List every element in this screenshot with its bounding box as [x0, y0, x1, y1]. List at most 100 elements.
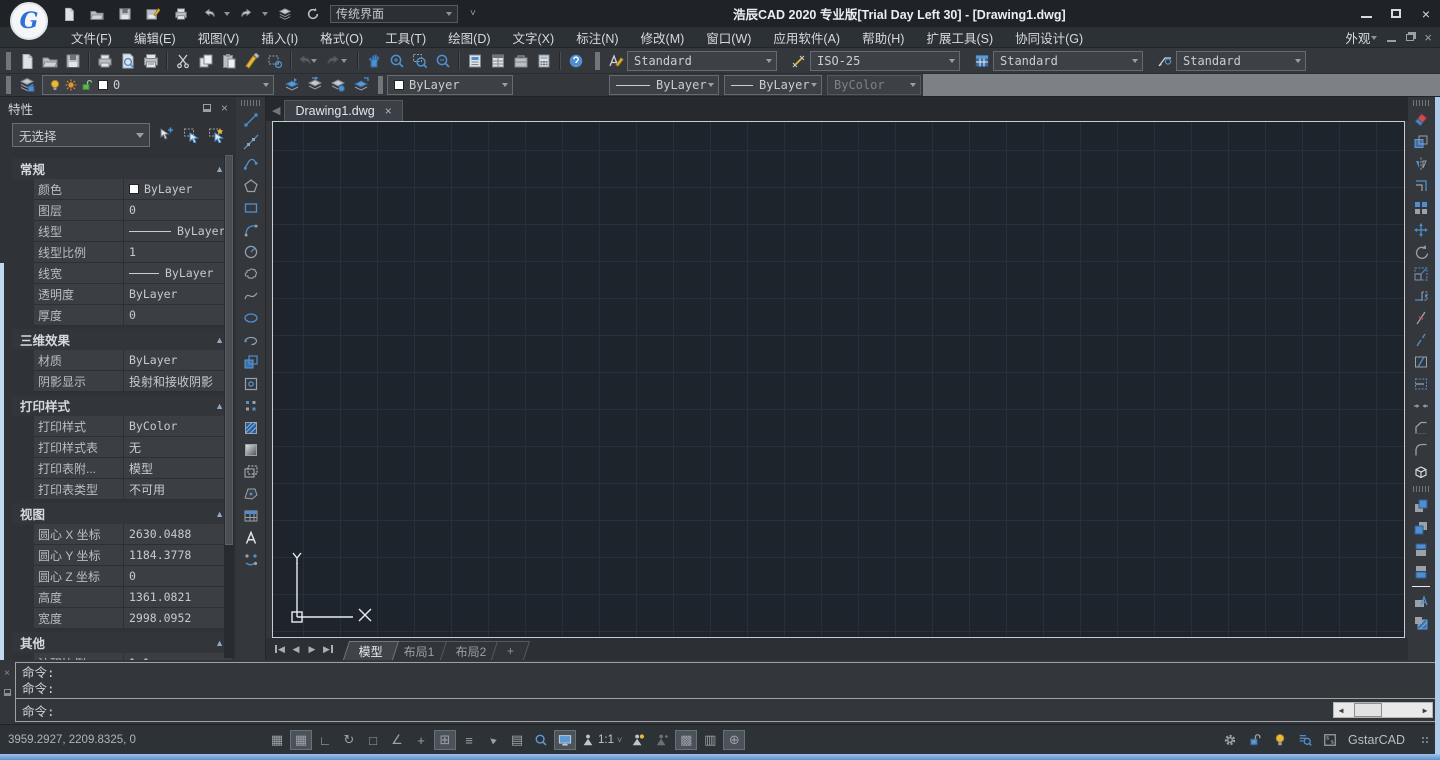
publish-button[interactable] [139, 50, 162, 72]
model-paper-toggle[interactable] [554, 730, 576, 750]
draw-polyline-button[interactable] [236, 153, 265, 175]
annotation-visibility-toggle[interactable] [627, 730, 649, 750]
fullscreen-icon[interactable] [1323, 733, 1337, 747]
zoom-window-button[interactable] [408, 50, 431, 72]
plot-preview-button[interactable] [116, 50, 139, 72]
sheet-set-button[interactable] [463, 50, 486, 72]
selection-filter-combo[interactable]: 无选择 [12, 123, 150, 147]
undo-icon[interactable] [198, 3, 220, 25]
window-resize-grip[interactable] [1420, 735, 1430, 745]
plot-button[interactable] [93, 50, 116, 72]
draw-table-button[interactable] [236, 505, 265, 527]
text-to-front-button[interactable] [1408, 590, 1434, 612]
toolbar-grip[interactable] [1413, 100, 1429, 106]
app-logo-icon[interactable]: G [10, 2, 48, 40]
maximize-button[interactable] [1388, 7, 1404, 21]
quick-select-button[interactable] [207, 124, 226, 146]
cut-button[interactable] [171, 50, 194, 72]
undo-history-icon[interactable] [311, 59, 317, 63]
menu-tools[interactable]: 工具(T) [374, 27, 437, 48]
fillet-button[interactable] [1408, 439, 1434, 461]
erase-button[interactable] [1408, 109, 1434, 131]
mirror-button[interactable] [1408, 153, 1434, 175]
scroll-right-icon[interactable]: ▶ [1418, 706, 1432, 715]
make-block-button[interactable] [236, 373, 265, 395]
file-new-button[interactable] [15, 50, 38, 72]
grid-toggle[interactable]: ▦ [290, 730, 312, 750]
find-icon[interactable] [1298, 733, 1312, 747]
draw-arc-button[interactable] [236, 219, 265, 241]
auto-annotation-toggle[interactable] [651, 730, 673, 750]
settings-gear-icon[interactable] [1223, 733, 1237, 747]
close-button[interactable]: × [1418, 7, 1434, 21]
clean-screen-button[interactable]: ⊕ [723, 730, 745, 750]
draw-circle-button[interactable] [236, 241, 265, 263]
match-properties-button[interactable] [240, 50, 263, 72]
menu-express-apps[interactable]: 应用软件(A) [762, 27, 851, 48]
toolbar-grip[interactable] [1413, 486, 1429, 492]
tab-close-icon[interactable]: × [385, 104, 392, 118]
dim-style-combo[interactable]: ISO-25 [810, 51, 960, 71]
properties-scrollbar[interactable] [224, 155, 234, 658]
table-style-combo[interactable]: Standard [993, 51, 1143, 71]
draw-wipeout-button[interactable] [236, 483, 265, 505]
toolbar-grip[interactable] [6, 52, 11, 70]
draw-point-button[interactable] [236, 395, 265, 417]
command-close-icon[interactable]: × [4, 668, 10, 679]
draw-rectangle-button[interactable] [236, 197, 265, 219]
layer-states-button[interactable] [349, 74, 372, 96]
pin-icon[interactable] [203, 104, 211, 112]
ui-lock-icon[interactable] [1248, 733, 1262, 747]
document-tab[interactable]: Drawing1.dwg × [284, 100, 402, 121]
annotation-scale-button[interactable]: 1:1 ˅ [578, 730, 625, 750]
paste-button[interactable] [217, 50, 240, 72]
draw-hatch-button[interactable] [236, 417, 265, 439]
layer-previous-button[interactable] [303, 74, 326, 96]
menu-insert[interactable]: 插入(I) [250, 27, 309, 48]
tips-bulb-icon[interactable] [1273, 733, 1287, 747]
snap-toggle[interactable]: ▦ [266, 730, 288, 750]
workspace-switch-button[interactable]: ▩ [675, 730, 697, 750]
layer-isolate-button[interactable] [326, 74, 349, 96]
save-icon[interactable] [114, 3, 136, 25]
menu-collaboration[interactable]: 协同设计(G) [1004, 27, 1094, 48]
purge-button[interactable] [263, 50, 286, 72]
appearance-menu[interactable]: 外观 [1345, 28, 1377, 47]
workspace-dropdown-icon[interactable] [446, 12, 452, 16]
add-selected-button[interactable] [236, 549, 265, 571]
mleader-style-combo[interactable]: Standard [1176, 51, 1306, 71]
save-as-icon[interactable] [142, 3, 164, 25]
layer-stack-icon[interactable] [274, 3, 296, 25]
toggle-pickadd-button[interactable] [156, 124, 175, 146]
quick-calc-button[interactable] [532, 50, 555, 72]
draw-revcloud-button[interactable] [236, 263, 265, 285]
text-style-combo[interactable]: Standard [627, 51, 777, 71]
explode-button[interactable] [1408, 461, 1434, 483]
menu-help[interactable]: 帮助(H) [851, 27, 915, 48]
file-save-button[interactable] [61, 50, 84, 72]
chamfer-button[interactable] [1408, 417, 1434, 439]
command-input[interactable]: 命令: ◀ ▶ [16, 699, 1437, 721]
file-open-button[interactable] [38, 50, 61, 72]
section-view[interactable]: 视图▲ [12, 503, 232, 524]
draw-spline-button[interactable] [236, 285, 265, 307]
section-general[interactable]: 常规▲ [12, 158, 232, 179]
draw-mtext-button[interactable] [236, 527, 265, 549]
table-style-icon[interactable] [970, 50, 993, 72]
redo-icon[interactable] [236, 3, 258, 25]
section-3d-effects[interactable]: 三维效果▲ [12, 329, 232, 350]
tab-scroll-left-icon[interactable]: ◀ [272, 104, 280, 117]
color-combo[interactable]: ByLayer [387, 75, 513, 95]
make-object-layer-current-button[interactable] [280, 74, 303, 96]
extend-button[interactable] [1408, 373, 1434, 395]
next-layout-button[interactable]: ▶ [304, 644, 320, 655]
draw-ellipse-button[interactable] [236, 307, 265, 329]
toolbar-grip[interactable] [378, 76, 383, 94]
mdi-minimize-button[interactable] [1387, 40, 1396, 42]
draw-polygon-button[interactable] [236, 175, 265, 197]
join-button[interactable] [1408, 395, 1434, 417]
zoom-realtime-button[interactable] [385, 50, 408, 72]
polar-toggle[interactable]: ↻ [338, 730, 360, 750]
dim-style-icon[interactable] [787, 50, 810, 72]
pan-button[interactable] [362, 50, 385, 72]
